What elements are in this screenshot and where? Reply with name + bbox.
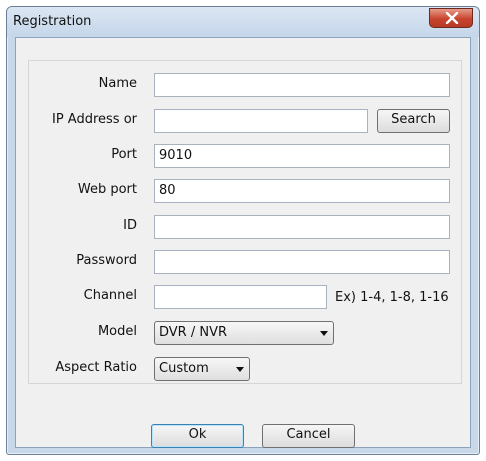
aspect-ratio-selected-value: Custom: [159, 361, 209, 376]
ok-button[interactable]: Ok: [151, 424, 244, 448]
port-label: Port: [111, 147, 137, 162]
title-bar[interactable]: Registration: [7, 7, 479, 37]
ip-address-field[interactable]: [154, 109, 368, 133]
password-label: Password: [76, 253, 137, 268]
chevron-down-icon: [320, 331, 328, 336]
channel-label: Channel: [83, 288, 137, 303]
password-field[interactable]: [154, 250, 450, 274]
channel-hint: Ex) 1-4, 1-8, 1-16: [335, 290, 449, 305]
aspect-ratio-label: Aspect Ratio: [55, 360, 137, 375]
dialog-body: Name IP Address or Search Port 9010 Web …: [15, 37, 471, 448]
name-field[interactable]: [154, 73, 450, 97]
port-field[interactable]: 9010: [154, 144, 450, 168]
name-label: Name: [98, 76, 137, 91]
id-label: ID: [123, 218, 137, 233]
id-field[interactable]: [154, 215, 450, 239]
web-port-field[interactable]: 80: [154, 179, 450, 203]
search-button[interactable]: Search: [377, 109, 450, 133]
model-selected-value: DVR / NVR: [159, 325, 228, 340]
registration-dialog: Registration Name IP Address or Search P…: [6, 6, 480, 455]
web-port-label: Web port: [77, 182, 137, 197]
aspect-ratio-dropdown[interactable]: Custom: [154, 357, 250, 381]
channel-field[interactable]: [154, 285, 327, 309]
model-label: Model: [97, 324, 137, 339]
ip-address-label: IP Address or: [51, 112, 137, 127]
close-button[interactable]: [429, 8, 473, 28]
chevron-down-icon: [236, 367, 244, 372]
cancel-button[interactable]: Cancel: [262, 424, 355, 448]
close-icon: [445, 12, 459, 24]
dialog-title: Registration: [13, 14, 92, 29]
model-dropdown[interactable]: DVR / NVR: [154, 321, 334, 345]
registration-group: Name IP Address or Search Port 9010 Web …: [28, 60, 462, 384]
